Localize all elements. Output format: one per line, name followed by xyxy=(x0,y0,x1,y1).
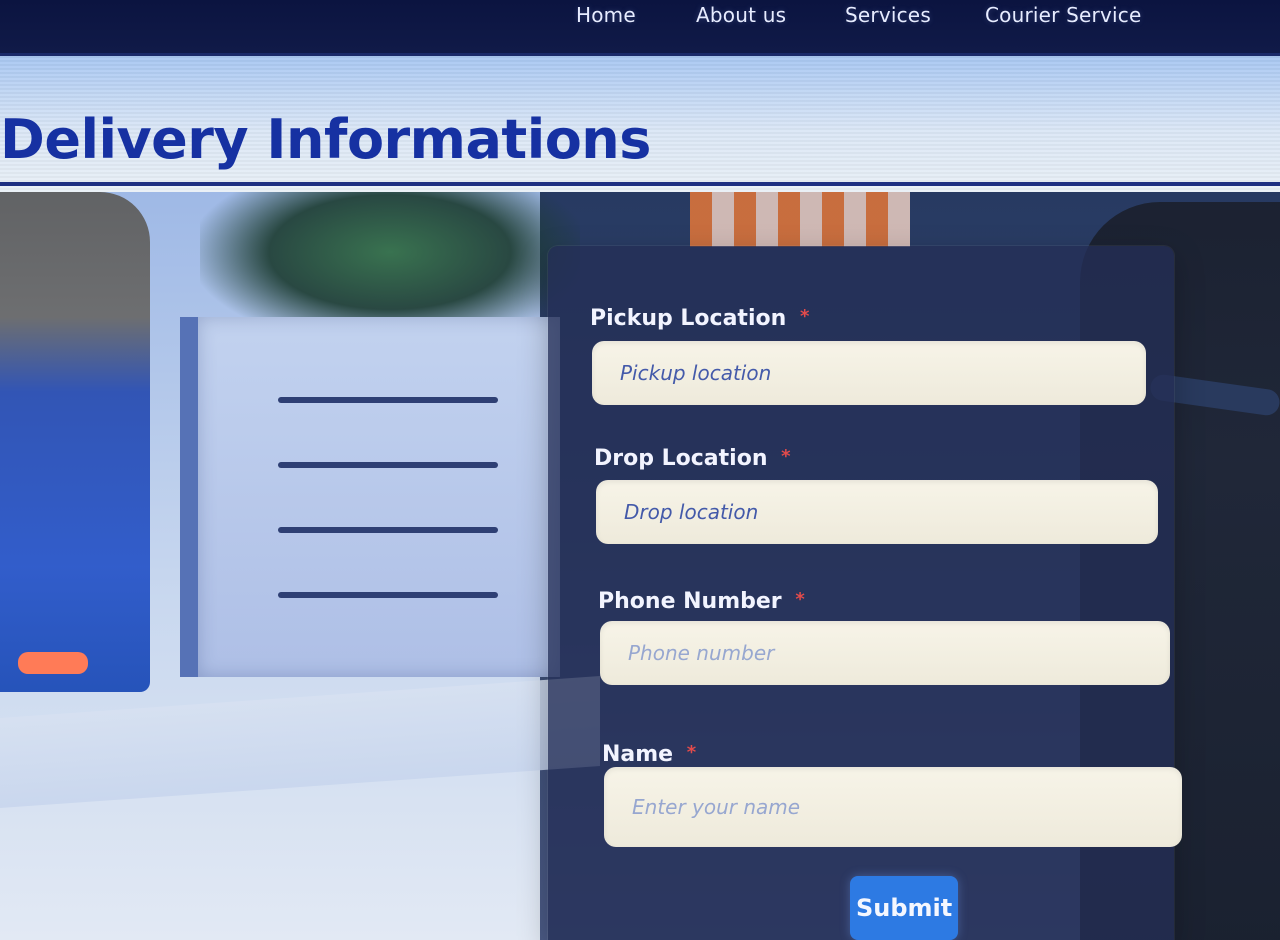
drop-location-label-text: Drop Location xyxy=(594,446,768,471)
planter-slat xyxy=(278,592,498,598)
required-asterisk: * xyxy=(686,742,697,763)
name-label-text: Name xyxy=(602,742,674,767)
hero-curb xyxy=(0,676,600,808)
nav-link-about-us[interactable]: About us xyxy=(696,0,786,32)
title-banner: Delivery Informations xyxy=(0,56,1280,192)
drop-location-label: Drop Location * xyxy=(594,446,791,471)
pickup-location-input[interactable] xyxy=(592,341,1146,405)
phone-number-input[interactable] xyxy=(600,621,1170,685)
planter-slat xyxy=(278,462,498,468)
drop-location-input[interactable] xyxy=(596,480,1158,544)
pickup-location-label: Pickup Location * xyxy=(590,306,809,331)
nav-link-home[interactable]: Home xyxy=(576,0,636,32)
page-title: Delivery Informations xyxy=(0,108,651,171)
submit-button[interactable]: Submit xyxy=(850,876,958,940)
hero-pedestrian-shoe xyxy=(18,652,88,674)
phone-number-label-text: Phone Number xyxy=(598,589,782,614)
planter-slat xyxy=(278,527,498,533)
name-label: Name * xyxy=(602,742,696,767)
required-asterisk: * xyxy=(799,306,810,327)
phone-number-label: Phone Number * xyxy=(598,589,805,614)
required-asterisk: * xyxy=(781,446,791,467)
planter-slat xyxy=(278,397,498,403)
hero-orange-barrier xyxy=(690,192,910,247)
nav-link-services[interactable]: Services xyxy=(845,0,931,32)
hero-pedestrian xyxy=(0,192,150,692)
required-asterisk: * xyxy=(795,589,805,610)
name-input[interactable] xyxy=(604,767,1182,847)
nav-link-courier-service[interactable]: Courier Service xyxy=(985,0,1141,32)
pickup-location-label-text: Pickup Location xyxy=(590,306,787,331)
title-divider xyxy=(0,182,1280,186)
top-navigation-bar: Home About us Services Courier Service xyxy=(0,0,1280,56)
hero-planter-box xyxy=(180,317,560,677)
